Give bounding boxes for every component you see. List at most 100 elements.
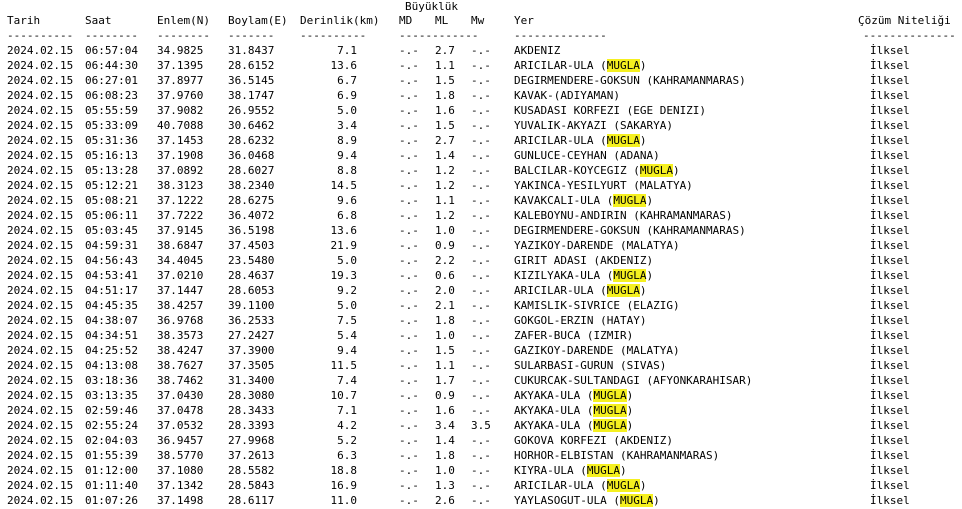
place-name: ZAFER-BUCA (IZMIR): [514, 329, 634, 342]
cell-date: 2024.02.15: [7, 299, 74, 312]
place-name: YAKINCA-YESILYURT (MALATYA): [514, 179, 693, 192]
cell-ml: 1.0: [435, 464, 455, 477]
cell-longitude: 28.6117: [228, 494, 275, 507]
cell-date: 2024.02.15: [7, 224, 74, 237]
cell-latitude: 37.1908: [157, 149, 204, 162]
cell-date: 2024.02.15: [7, 179, 74, 192]
separator-place: --------------: [514, 29, 607, 42]
cell-ml: 1.1: [435, 59, 455, 72]
cell-quality: İlksel: [870, 449, 910, 462]
cell-latitude: 37.0430: [157, 389, 204, 402]
cell-md: -.-: [399, 209, 419, 222]
cell-ml: 2.7: [435, 44, 455, 57]
cell-md: -.-: [399, 314, 419, 327]
cell-ml: 0.9: [435, 239, 455, 252]
cell-depth: 18.8: [330, 464, 358, 477]
cell-place: YAKINCA-YESILYURT (MALATYA): [514, 178, 693, 193]
cell-mw: -.-: [471, 269, 491, 282]
place-suffix: ): [626, 389, 634, 402]
cell-date: 2024.02.15: [7, 449, 74, 462]
cell-time: 05:08:21: [85, 194, 138, 207]
cell-time: 06:44:30: [85, 59, 138, 72]
cell-place: KIZILYAKA-ULA (MUGLA): [514, 268, 653, 283]
cell-place: YAZIKOY-DARENDE (MALATYA): [514, 238, 680, 253]
cell-longitude: 26.9552: [228, 104, 275, 117]
cell-time: 06:27:01: [85, 74, 138, 87]
place-name: KUSADASI KORFEZI (EGE DENIZI): [514, 104, 707, 117]
cell-date: 2024.02.15: [7, 209, 74, 222]
separator-longitude: -------: [228, 29, 275, 42]
place-suffix: ): [646, 269, 654, 282]
place-name: AKYAKA-ULA (: [514, 404, 594, 417]
cell-place: ARICILAR-ULA (MUGLA): [514, 478, 646, 493]
cell-place: CUKURCAK-SULTANDAGI (AFYONKARAHISAR): [514, 373, 752, 388]
header-depth: Derinlik(km): [300, 14, 380, 27]
cell-place: DEGIRMENDERE-GOKSUN (KAHRAMANMARAS): [514, 223, 746, 238]
cell-time: 03:13:35: [85, 389, 138, 402]
cell-mw: -.-: [471, 254, 491, 267]
cell-quality: İlksel: [870, 194, 910, 207]
cell-depth: 9.4: [337, 149, 357, 162]
cell-depth: 5.2: [337, 434, 357, 447]
cell-latitude: 37.7222: [157, 209, 204, 222]
province-highlight: MUGLA: [619, 494, 654, 507]
cell-md: -.-: [399, 89, 419, 102]
cell-longitude: 27.2427: [228, 329, 275, 342]
cell-mw: -.-: [471, 224, 491, 237]
cell-longitude: 27.9968: [228, 434, 275, 447]
cell-mw: -.-: [471, 149, 491, 162]
cell-latitude: 37.9145: [157, 224, 204, 237]
cell-latitude: 37.0478: [157, 404, 204, 417]
cell-longitude: 37.4503: [228, 239, 275, 252]
cell-ml: 2.7: [435, 134, 455, 147]
cell-quality: İlksel: [870, 389, 910, 402]
cell-ml: 1.1: [435, 194, 455, 207]
place-name: ARICILAR-ULA (: [514, 479, 607, 492]
cell-depth: 5.0: [337, 299, 357, 312]
cell-mw: -.-: [471, 359, 491, 372]
cell-latitude: 37.9082: [157, 104, 204, 117]
cell-place: SULARBASI-GURUN (SIVAS): [514, 358, 666, 373]
separator-row: ---------- -------- -------- ------- ---…: [7, 28, 956, 43]
cell-time: 05:33:09: [85, 119, 138, 132]
cell-time: 02:55:24: [85, 419, 138, 432]
cell-latitude: 37.0210: [157, 269, 204, 282]
cell-time: 04:13:08: [85, 359, 138, 372]
cell-place: GAZIKOY-DARENDE (MALATYA): [514, 343, 680, 358]
cell-depth: 6.3: [337, 449, 357, 462]
cell-md: -.-: [399, 359, 419, 372]
cell-latitude: 36.9457: [157, 434, 204, 447]
cell-place: HORHOR-ELBISTAN (KAHRAMANMARAS): [514, 448, 719, 463]
cell-depth: 4.2: [337, 419, 357, 432]
place-name: AKYAKA-ULA (: [514, 419, 594, 432]
cell-quality: İlksel: [870, 299, 910, 312]
cell-ml: 1.3: [435, 479, 455, 492]
cell-mw: -.-: [471, 89, 491, 102]
cell-mw: -.-: [471, 344, 491, 357]
cell-date: 2024.02.15: [7, 269, 74, 282]
cell-quality: İlksel: [870, 89, 910, 102]
cell-depth: 5.0: [337, 254, 357, 267]
place-suffix: ): [639, 284, 647, 297]
cell-latitude: 38.7627: [157, 359, 204, 372]
cell-time: 05:16:13: [85, 149, 138, 162]
cell-mw: -.-: [471, 404, 491, 417]
place-suffix: ): [626, 404, 634, 417]
cell-mw: -.-: [471, 434, 491, 447]
cell-place: AKDENIZ: [514, 43, 560, 58]
cell-time: 01:11:40: [85, 479, 138, 492]
cell-depth: 7.4: [337, 374, 357, 387]
cell-longitude: 28.5843: [228, 479, 275, 492]
cell-longitude: 28.3433: [228, 404, 275, 417]
cell-date: 2024.02.15: [7, 89, 74, 102]
cell-place: AKYAKA-ULA (MUGLA): [514, 403, 633, 418]
cell-quality: İlksel: [870, 224, 910, 237]
cell-place: GOKGOL-ERZIN (HATAY): [514, 313, 646, 328]
cell-date: 2024.02.15: [7, 134, 74, 147]
cell-place: GOKOVA KORFEZI (AKDENIZ): [514, 433, 673, 448]
cell-longitude: 36.5145: [228, 74, 275, 87]
header-latitude: Enlem(N): [157, 14, 210, 27]
cell-ml: 2.6: [435, 494, 455, 507]
cell-quality: İlksel: [870, 74, 910, 87]
header-place: Yer: [514, 14, 534, 27]
